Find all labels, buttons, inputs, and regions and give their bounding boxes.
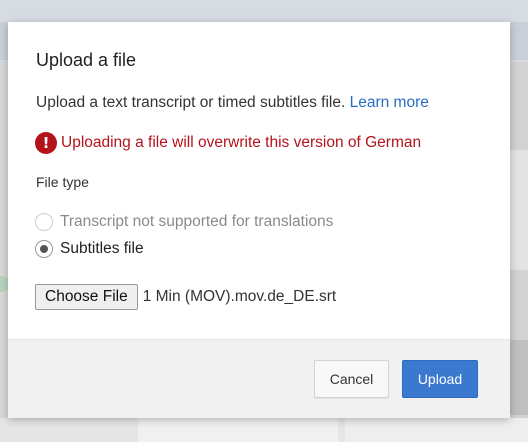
option-transcript[interactable]: Transcript not supported for translation… <box>35 213 333 231</box>
description-text: Upload a text transcript or timed subtit… <box>36 94 346 111</box>
background-left-edge <box>0 62 8 442</box>
radio-subtitles[interactable] <box>35 240 53 258</box>
dialog-title: Upload a file <box>36 50 137 70</box>
selected-file-name: 1 Min (MOV).mov.de_DE.srt <box>142 288 337 305</box>
background-card <box>138 418 338 442</box>
background-right-panel <box>510 150 528 270</box>
dialog-footer: Cancel Upload <box>8 339 510 418</box>
radio-transcript[interactable] <box>35 213 53 231</box>
background-card <box>345 418 528 442</box>
option-transcript-label: Transcript not supported for translation… <box>60 213 334 230</box>
upload-file-dialog: Upload a file Upload a text transcript o… <box>8 22 510 418</box>
upload-button[interactable]: Upload <box>402 360 478 398</box>
choose-file-button[interactable]: Choose File <box>35 284 138 310</box>
learn-more-link[interactable]: Learn more <box>350 94 429 111</box>
cancel-button[interactable]: Cancel <box>314 360 389 398</box>
option-subtitles[interactable]: Subtitles file <box>35 240 144 258</box>
option-subtitles-label: Subtitles file <box>60 240 144 257</box>
file-type-label: File type <box>36 174 89 190</box>
file-picker: Choose File 1 Min (MOV).mov.de_DE.srt <box>35 284 336 310</box>
alert-circle-icon: ! <box>35 132 57 154</box>
dialog-description: Upload a text transcript or timed subtit… <box>36 94 429 112</box>
overwrite-warning: ! Uploading a file will overwrite this v… <box>35 132 421 154</box>
warning-text: Uploading a file will overwrite this ver… <box>61 134 422 151</box>
background-video-thumbnail <box>510 340 528 415</box>
